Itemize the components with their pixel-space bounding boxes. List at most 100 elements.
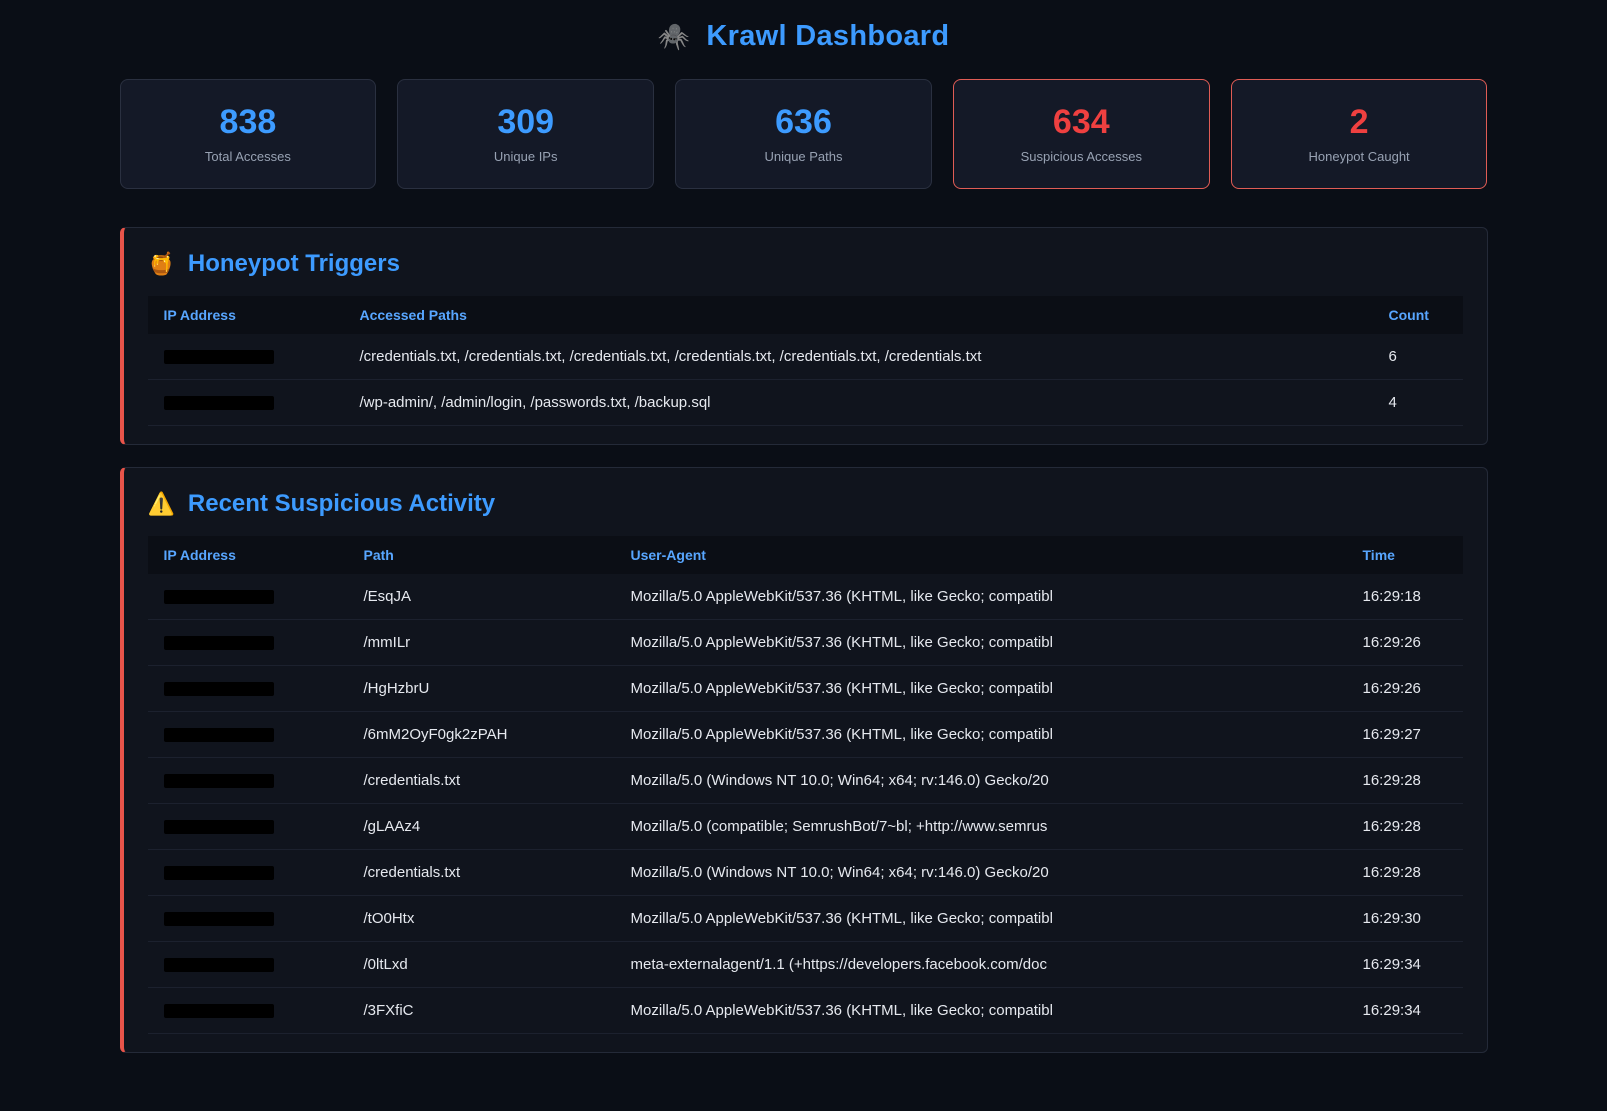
stat-card-honeypot-caught: 2 Honeypot Caught	[1231, 79, 1488, 189]
path-cell: /credentials.txt	[348, 758, 615, 804]
suspicious-heading: Recent Suspicious Activity	[188, 490, 495, 518]
stat-value: 634	[1053, 105, 1110, 139]
honeypot-panel: 🍯 Honeypot Triggers IP Address Accessed …	[120, 227, 1488, 445]
redacted-ip-bar	[164, 774, 274, 788]
suspicious-table: IP Address Path User-Agent Time /EsqJAMo…	[148, 536, 1463, 1034]
redacted-ip-bar	[164, 396, 274, 410]
table-row: /credentials.txtMozilla/5.0 (Windows NT …	[148, 850, 1463, 896]
ua-cell: Mozilla/5.0 AppleWebKit/537.36 (KHTML, l…	[615, 712, 1347, 758]
paths-cell: /wp-admin/, /admin/login, /passwords.txt…	[344, 380, 1373, 426]
time-cell: 16:29:26	[1347, 620, 1463, 666]
time-cell: 16:29:30	[1347, 896, 1463, 942]
redacted-ip-bar	[164, 350, 274, 364]
stat-label: Total Accesses	[205, 149, 291, 164]
time-cell: 16:29:27	[1347, 712, 1463, 758]
honeypot-panel-title: 🍯 Honeypot Triggers	[148, 250, 1463, 278]
table-row: /credentials.txtMozilla/5.0 (Windows NT …	[148, 758, 1463, 804]
col-header-time: Time	[1347, 536, 1463, 574]
stat-label: Unique IPs	[494, 149, 558, 164]
table-row: /EsqJAMozilla/5.0 AppleWebKit/537.36 (KH…	[148, 574, 1463, 620]
ua-cell: Mozilla/5.0 AppleWebKit/537.36 (KHTML, l…	[615, 988, 1347, 1034]
count-cell: 4	[1373, 380, 1463, 426]
path-cell: /mmILr	[348, 620, 615, 666]
time-cell: 16:29:34	[1347, 942, 1463, 988]
ua-cell: Mozilla/5.0 AppleWebKit/537.36 (KHTML, l…	[615, 574, 1347, 620]
suspicious-panel-title: ⚠️ Recent Suspicious Activity	[148, 490, 1463, 518]
redacted-ip-cell	[148, 574, 348, 620]
stat-card-unique-paths: 636 Unique Paths	[675, 79, 932, 189]
redacted-ip-cell	[148, 620, 348, 666]
stat-card-suspicious-accesses: 634 Suspicious Accesses	[953, 79, 1210, 189]
redacted-ip-bar	[164, 636, 274, 650]
col-header-count: Count	[1373, 296, 1463, 334]
path-cell: /6mM2OyF0gk2zPAH	[348, 712, 615, 758]
table-row: /3FXfiCMozilla/5.0 AppleWebKit/537.36 (K…	[148, 988, 1463, 1034]
suspicious-panel: ⚠️ Recent Suspicious Activity IP Address…	[120, 467, 1488, 1053]
time-cell: 16:29:28	[1347, 850, 1463, 896]
honeypot-table: IP Address Accessed Paths Count /credent…	[148, 296, 1463, 426]
table-row: /credentials.txt, /credentials.txt, /cre…	[148, 334, 1463, 380]
col-header-paths: Accessed Paths	[344, 296, 1373, 334]
count-cell: 6	[1373, 334, 1463, 380]
stat-card-total-accesses: 838 Total Accesses	[120, 79, 377, 189]
dashboard-container: 🕷️ Krawl Dashboard 838 Total Accesses 309 U…	[120, 0, 1488, 1053]
redacted-ip-cell	[148, 712, 348, 758]
col-header-ip: IP Address	[148, 296, 344, 334]
honeypot-icon: 🍯	[148, 253, 175, 275]
ua-cell: Mozilla/5.0 AppleWebKit/537.36 (KHTML, l…	[615, 666, 1347, 712]
redacted-ip-bar	[164, 820, 274, 834]
redacted-ip-bar	[164, 1004, 274, 1018]
col-header-ip: IP Address	[148, 536, 348, 574]
redacted-ip-bar	[164, 590, 274, 604]
redacted-ip-cell	[148, 850, 348, 896]
stats-row: 838 Total Accesses 309 Unique IPs 636 Unique …	[120, 79, 1488, 189]
redacted-ip-cell	[148, 334, 344, 380]
redacted-ip-bar	[164, 682, 274, 696]
ua-cell: Mozilla/5.0 AppleWebKit/537.36 (KHTML, l…	[615, 620, 1347, 666]
ua-cell: Mozilla/5.0 AppleWebKit/537.36 (KHTML, l…	[615, 896, 1347, 942]
col-header-useragent: User-Agent	[615, 536, 1347, 574]
table-row: /gLAAz4Mozilla/5.0 (compatible; SemrushB…	[148, 804, 1463, 850]
ua-cell: Mozilla/5.0 (Windows NT 10.0; Win64; x64…	[615, 850, 1347, 896]
table-row: /0ltLxdmeta-externalagent/1.1 (+https://…	[148, 942, 1463, 988]
path-cell: /tO0Htx	[348, 896, 615, 942]
path-cell: /credentials.txt	[348, 850, 615, 896]
redacted-ip-cell	[148, 380, 344, 426]
redacted-ip-cell	[148, 988, 348, 1034]
redacted-ip-cell	[148, 804, 348, 850]
path-cell: /gLAAz4	[348, 804, 615, 850]
paths-cell: /credentials.txt, /credentials.txt, /cre…	[344, 334, 1373, 380]
path-cell: /HgHzbrU	[348, 666, 615, 712]
stat-label: Honeypot Caught	[1308, 149, 1409, 164]
path-cell: /EsqJA	[348, 574, 615, 620]
stat-card-unique-ips: 309 Unique IPs	[397, 79, 654, 189]
redacted-ip-cell	[148, 896, 348, 942]
stat-value: 309	[497, 105, 554, 139]
time-cell: 16:29:18	[1347, 574, 1463, 620]
table-row: /mmILrMozilla/5.0 AppleWebKit/537.36 (KH…	[148, 620, 1463, 666]
stat-value: 2	[1350, 105, 1369, 139]
time-cell: 16:29:34	[1347, 988, 1463, 1034]
suspicious-header-row: IP Address Path User-Agent Time	[148, 536, 1463, 574]
honeypot-heading: Honeypot Triggers	[188, 250, 400, 278]
page-header: 🕷️ Krawl Dashboard	[120, 14, 1488, 79]
table-row: /HgHzbrUMozilla/5.0 AppleWebKit/537.36 (…	[148, 666, 1463, 712]
redacted-ip-cell	[148, 666, 348, 712]
page-title: Krawl Dashboard	[706, 20, 949, 53]
ua-cell: Mozilla/5.0 (Windows NT 10.0; Win64; x64…	[615, 758, 1347, 804]
stat-label: Unique Paths	[764, 149, 842, 164]
ua-cell: meta-externalagent/1.1 (+https://develop…	[615, 942, 1347, 988]
time-cell: 16:29:28	[1347, 758, 1463, 804]
spider-icon: 🕷️	[658, 21, 690, 51]
stat-label: Suspicious Accesses	[1021, 149, 1142, 164]
path-cell: /0ltLxd	[348, 942, 615, 988]
stat-value: 636	[775, 105, 832, 139]
table-row: /wp-admin/, /admin/login, /passwords.txt…	[148, 380, 1463, 426]
warning-icon: ⚠️	[148, 493, 175, 515]
stat-value: 838	[220, 105, 277, 139]
redacted-ip-cell	[148, 758, 348, 804]
col-header-path: Path	[348, 536, 615, 574]
ua-cell: Mozilla/5.0 (compatible; SemrushBot/7~bl…	[615, 804, 1347, 850]
redacted-ip-bar	[164, 958, 274, 972]
redacted-ip-cell	[148, 942, 348, 988]
